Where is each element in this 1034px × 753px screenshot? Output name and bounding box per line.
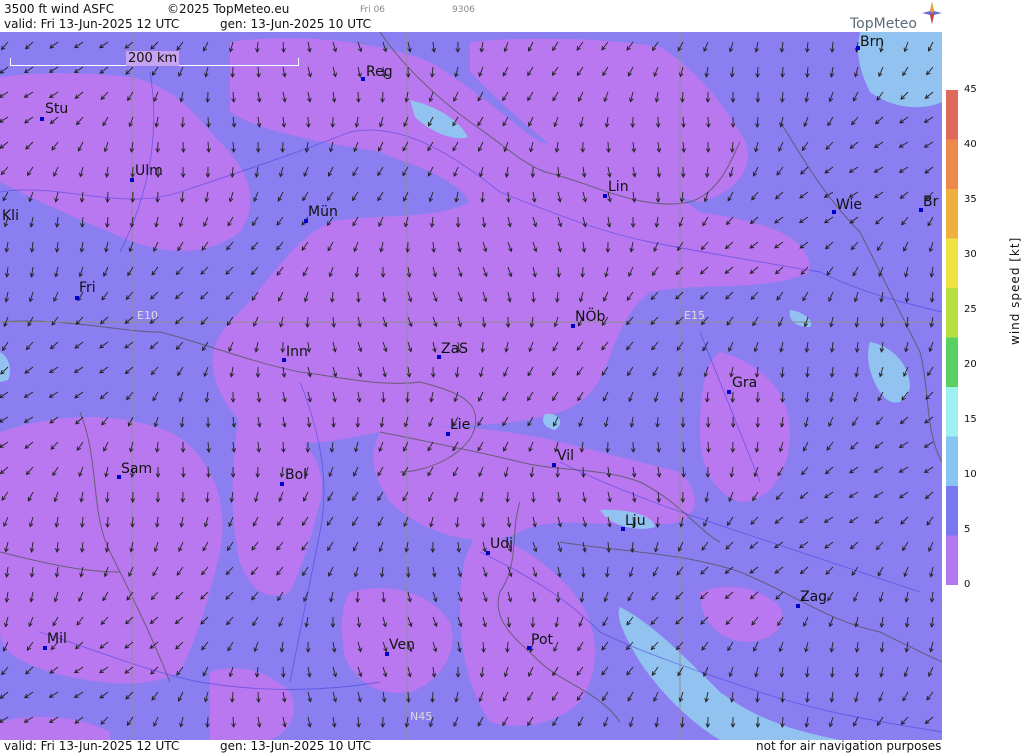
day-code: Fri 06 xyxy=(360,5,386,15)
generated-time: gen: 13-Jun-2025 10 UTC xyxy=(220,17,372,31)
copyright: ©2025 TopMeteo.eu xyxy=(167,2,290,16)
footer-disclaimer: not for air navigation purposes xyxy=(756,739,942,753)
city-label: Lin xyxy=(608,179,629,195)
colorbar-segment xyxy=(946,486,958,536)
city-label: Brn xyxy=(860,34,884,50)
city-label: Fri xyxy=(79,280,96,296)
city-label: Lie xyxy=(450,417,471,433)
colorbar-segment xyxy=(946,189,958,239)
city-label: Ven xyxy=(389,637,415,653)
city-label: Gra xyxy=(732,375,758,391)
colorbar-tick-label: 5 xyxy=(964,524,971,535)
city-label: Inn xyxy=(286,344,308,360)
city-label: Wie xyxy=(836,197,863,213)
city-label: Reg xyxy=(366,64,393,80)
city-label: Lju xyxy=(625,513,646,529)
colorbar-tick-label: 20 xyxy=(964,359,977,370)
colorbar-tick-label: 30 xyxy=(964,249,977,260)
city-label: Mil xyxy=(47,631,67,647)
scale-bar: 200 km xyxy=(10,51,300,66)
city-label: Vil xyxy=(557,448,575,464)
city-label: Ulm xyxy=(135,163,163,179)
colorbar-segment xyxy=(946,238,958,289)
city-label: Udi xyxy=(490,536,514,552)
footer-valid-time: valid: Fri 13-Jun-2025 12 UTC xyxy=(4,739,180,753)
city-label: Kli xyxy=(2,208,19,224)
city-label: NÖb xyxy=(575,309,606,325)
colorbar-segment xyxy=(946,288,958,338)
colorbar-title: wind speed [kt] xyxy=(1008,236,1022,345)
city-label: Mün xyxy=(308,204,338,220)
brand-name: TopMeteo xyxy=(850,16,917,32)
city-label: ZaS xyxy=(441,341,469,357)
city-label: Sam xyxy=(121,461,153,477)
city-label: Stu xyxy=(45,101,69,117)
footer-generated-time: gen: 13-Jun-2025 10 UTC xyxy=(220,739,372,753)
colorbar-segment xyxy=(946,90,958,140)
compass-star-logo xyxy=(922,2,942,24)
colorbar-tick-label: 45 xyxy=(964,84,977,95)
colorbar-segment xyxy=(946,139,958,190)
lon-label-e15: E15 xyxy=(684,309,705,322)
colorbar-tick-label: 35 xyxy=(964,194,977,205)
colorbar-segment xyxy=(946,535,958,585)
map-title: 3500 ft wind ASFC xyxy=(4,2,115,16)
scale-bar-label: 200 km xyxy=(126,51,180,66)
run-code: 9306 xyxy=(452,5,475,15)
colorbar-segment xyxy=(946,337,958,388)
colorbar-tick-label: 10 xyxy=(964,469,977,480)
colorbar-tick-label: 40 xyxy=(964,139,977,150)
city-label: Zag xyxy=(800,589,828,605)
lat-label-n45: N45 xyxy=(410,710,433,723)
colorbar-tick-label: 0 xyxy=(964,579,971,590)
colorbar-tick-label: 15 xyxy=(964,414,977,425)
lon-label-e10: E10 xyxy=(137,309,158,322)
wind-map[interactable]: 200 km E10 E15 N45 Stu Reg Brn Ulm Kli M… xyxy=(0,32,942,740)
wind-speed-colorbar xyxy=(946,90,958,585)
city-label: Br xyxy=(923,194,939,210)
city-label: Bol xyxy=(285,467,308,483)
colorbar-tick-label: 25 xyxy=(964,304,977,315)
colorbar-segment xyxy=(946,387,958,437)
colorbar-segment xyxy=(946,436,958,487)
city-label: Pot xyxy=(531,632,553,648)
valid-time: valid: Fri 13-Jun-2025 12 UTC xyxy=(4,17,180,31)
wind-map-canvas xyxy=(0,32,942,740)
